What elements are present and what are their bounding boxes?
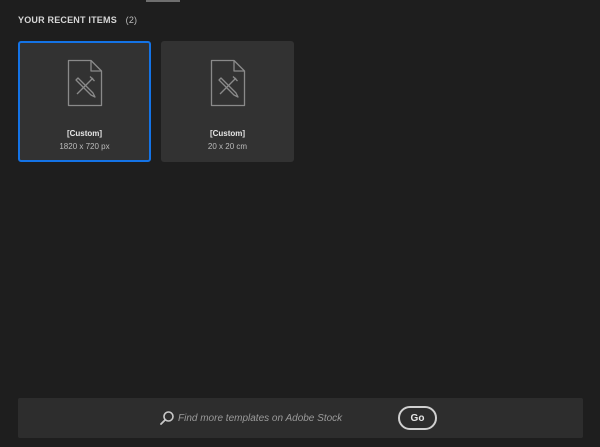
recent-items-header: YOUR RECENT ITEMS (2): [18, 15, 137, 25]
search-icon: [160, 411, 174, 425]
go-button[interactable]: Go: [398, 406, 437, 430]
recent-items-count: (2): [125, 15, 138, 25]
document-pen-icon: [210, 59, 245, 107]
recent-item-name: [Custom]: [66, 129, 103, 138]
top-tab-indicator: [146, 0, 180, 2]
document-pen-icon: [67, 59, 102, 107]
stock-search-bar: Go: [18, 398, 583, 438]
recent-item-card[interactable]: [Custom] 1820 x 720 px: [18, 41, 151, 162]
recent-item-card[interactable]: [Custom] 20 x 20 cm: [161, 41, 294, 162]
recent-item-name: [Custom]: [209, 129, 246, 138]
recent-items-title: YOUR RECENT ITEMS: [18, 15, 117, 25]
recent-item-size: 20 x 20 cm: [207, 142, 248, 151]
stock-search-input[interactable]: [178, 410, 388, 426]
recent-item-size: 1820 x 720 px: [59, 142, 110, 151]
